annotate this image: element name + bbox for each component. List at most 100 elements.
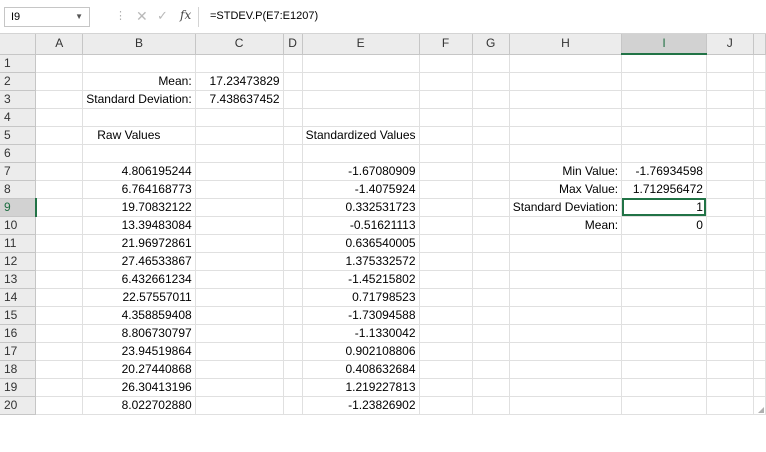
cell-h5[interactable] [509,126,623,145]
cell-j15[interactable] [706,306,754,325]
cell-d12[interactable] [283,252,303,271]
cell-f5[interactable] [419,126,473,145]
cell-f10[interactable] [419,216,473,235]
cell-a20[interactable] [35,396,84,415]
cell-b15[interactable]: 4.358859408 [82,306,196,325]
row-header-20[interactable]: 20 [0,396,37,415]
cell-h11[interactable] [509,234,623,253]
cell-a17[interactable] [35,342,84,361]
cell-j12[interactable] [706,252,754,271]
cell-g1[interactable] [472,54,510,73]
cell-c5[interactable] [195,126,284,145]
row-header-9[interactable]: 9 [0,198,37,217]
cell-a8[interactable] [35,180,84,199]
cell-a18[interactable] [35,360,84,379]
cell-f17[interactable] [419,342,473,361]
cell-i8[interactable]: 1.712956472 [621,180,707,199]
cell-e12[interactable]: 1.375332572 [302,252,420,271]
cell-c18[interactable] [195,360,284,379]
cell-c12[interactable] [195,252,284,271]
column-header-d[interactable]: D [283,34,303,55]
cell-h7[interactable]: Min Value: [509,162,623,181]
cell-a7[interactable] [35,162,84,181]
cell-e19[interactable]: 1.219227813 [302,378,420,397]
cell-c10[interactable] [195,216,284,235]
cell-e1[interactable] [302,54,420,73]
cell-g13[interactable] [472,270,510,289]
cell-e4[interactable] [302,108,420,127]
cell-a4[interactable] [35,108,84,127]
cell-c6[interactable] [195,144,284,163]
cell-f8[interactable] [419,180,473,199]
cell-h2[interactable] [509,72,623,91]
cell-f19[interactable] [419,378,473,397]
cell-b2[interactable]: Mean: [82,72,196,91]
cell-e9[interactable]: 0.332531723 [302,198,420,217]
cell-j18[interactable] [706,360,754,379]
cell-i10[interactable]: 0 [621,216,707,235]
cell-g12[interactable] [472,252,510,271]
cell-b18[interactable]: 20.27440868 [82,360,196,379]
cell-g9[interactable] [472,198,510,217]
cell-e8[interactable]: -1.4075924 [302,180,420,199]
cell-f20[interactable] [419,396,473,415]
column-header-g[interactable]: G [472,34,510,55]
column-header-c[interactable]: C [195,34,284,55]
row-header-5[interactable]: 5 [0,126,37,145]
row-header-12[interactable]: 12 [0,252,37,271]
cell-e17[interactable]: 0.902108806 [302,342,420,361]
cell-d16[interactable] [283,324,303,343]
row-header-8[interactable]: 8 [0,180,37,199]
cell-j8[interactable] [706,180,754,199]
cell-j14[interactable] [706,288,754,307]
cell-c17[interactable] [195,342,284,361]
cell-j2[interactable] [706,72,754,91]
cell-c3[interactable]: 7.438637452 [195,90,284,109]
cell-c14[interactable] [195,288,284,307]
cell-b16[interactable]: 8.806730797 [82,324,196,343]
cell-a3[interactable] [35,90,84,109]
cell-g18[interactable] [472,360,510,379]
cell-h14[interactable] [509,288,623,307]
cell-a14[interactable] [35,288,84,307]
cell-c4[interactable] [195,108,284,127]
cell-j19[interactable] [706,378,754,397]
cell-d19[interactable] [283,378,303,397]
cell-i1[interactable] [621,54,707,73]
cell-e2[interactable] [302,72,420,91]
row-header-17[interactable]: 17 [0,342,37,361]
cell-d2[interactable] [283,72,303,91]
cell-i3[interactable] [621,90,707,109]
cell-i17[interactable] [621,342,707,361]
cell-b5[interactable]: Raw Values [82,126,196,145]
cell-b3[interactable]: Standard Deviation: [82,90,196,109]
cell-h15[interactable] [509,306,623,325]
cell-j17[interactable] [706,342,754,361]
cell-h4[interactable] [509,108,623,127]
cell-a10[interactable] [35,216,84,235]
cell-i20[interactable] [621,396,707,415]
cell-h3[interactable] [509,90,623,109]
cell-g20[interactable] [472,396,510,415]
cell-i19[interactable] [621,378,707,397]
cell-d6[interactable] [283,144,303,163]
cell-d13[interactable] [283,270,303,289]
cell-a5[interactable] [35,126,84,145]
cell-a13[interactable] [35,270,84,289]
cell-a16[interactable] [35,324,84,343]
cell-d18[interactable] [283,360,303,379]
cell-g4[interactable] [472,108,510,127]
cell-g14[interactable] [472,288,510,307]
cell-g19[interactable] [472,378,510,397]
row-header-15[interactable]: 15 [0,306,37,325]
cell-h12[interactable] [509,252,623,271]
cell-f11[interactable] [419,234,473,253]
cell-j3[interactable] [706,90,754,109]
cell-b19[interactable]: 26.30413196 [82,378,196,397]
row-header-10[interactable]: 10 [0,216,37,235]
cell-i9[interactable]: 1 [621,198,707,217]
cell-f9[interactable] [419,198,473,217]
cell-i2[interactable] [621,72,707,91]
cancel-icon[interactable]: ✕ [136,8,148,25]
cell-h1[interactable] [509,54,623,73]
